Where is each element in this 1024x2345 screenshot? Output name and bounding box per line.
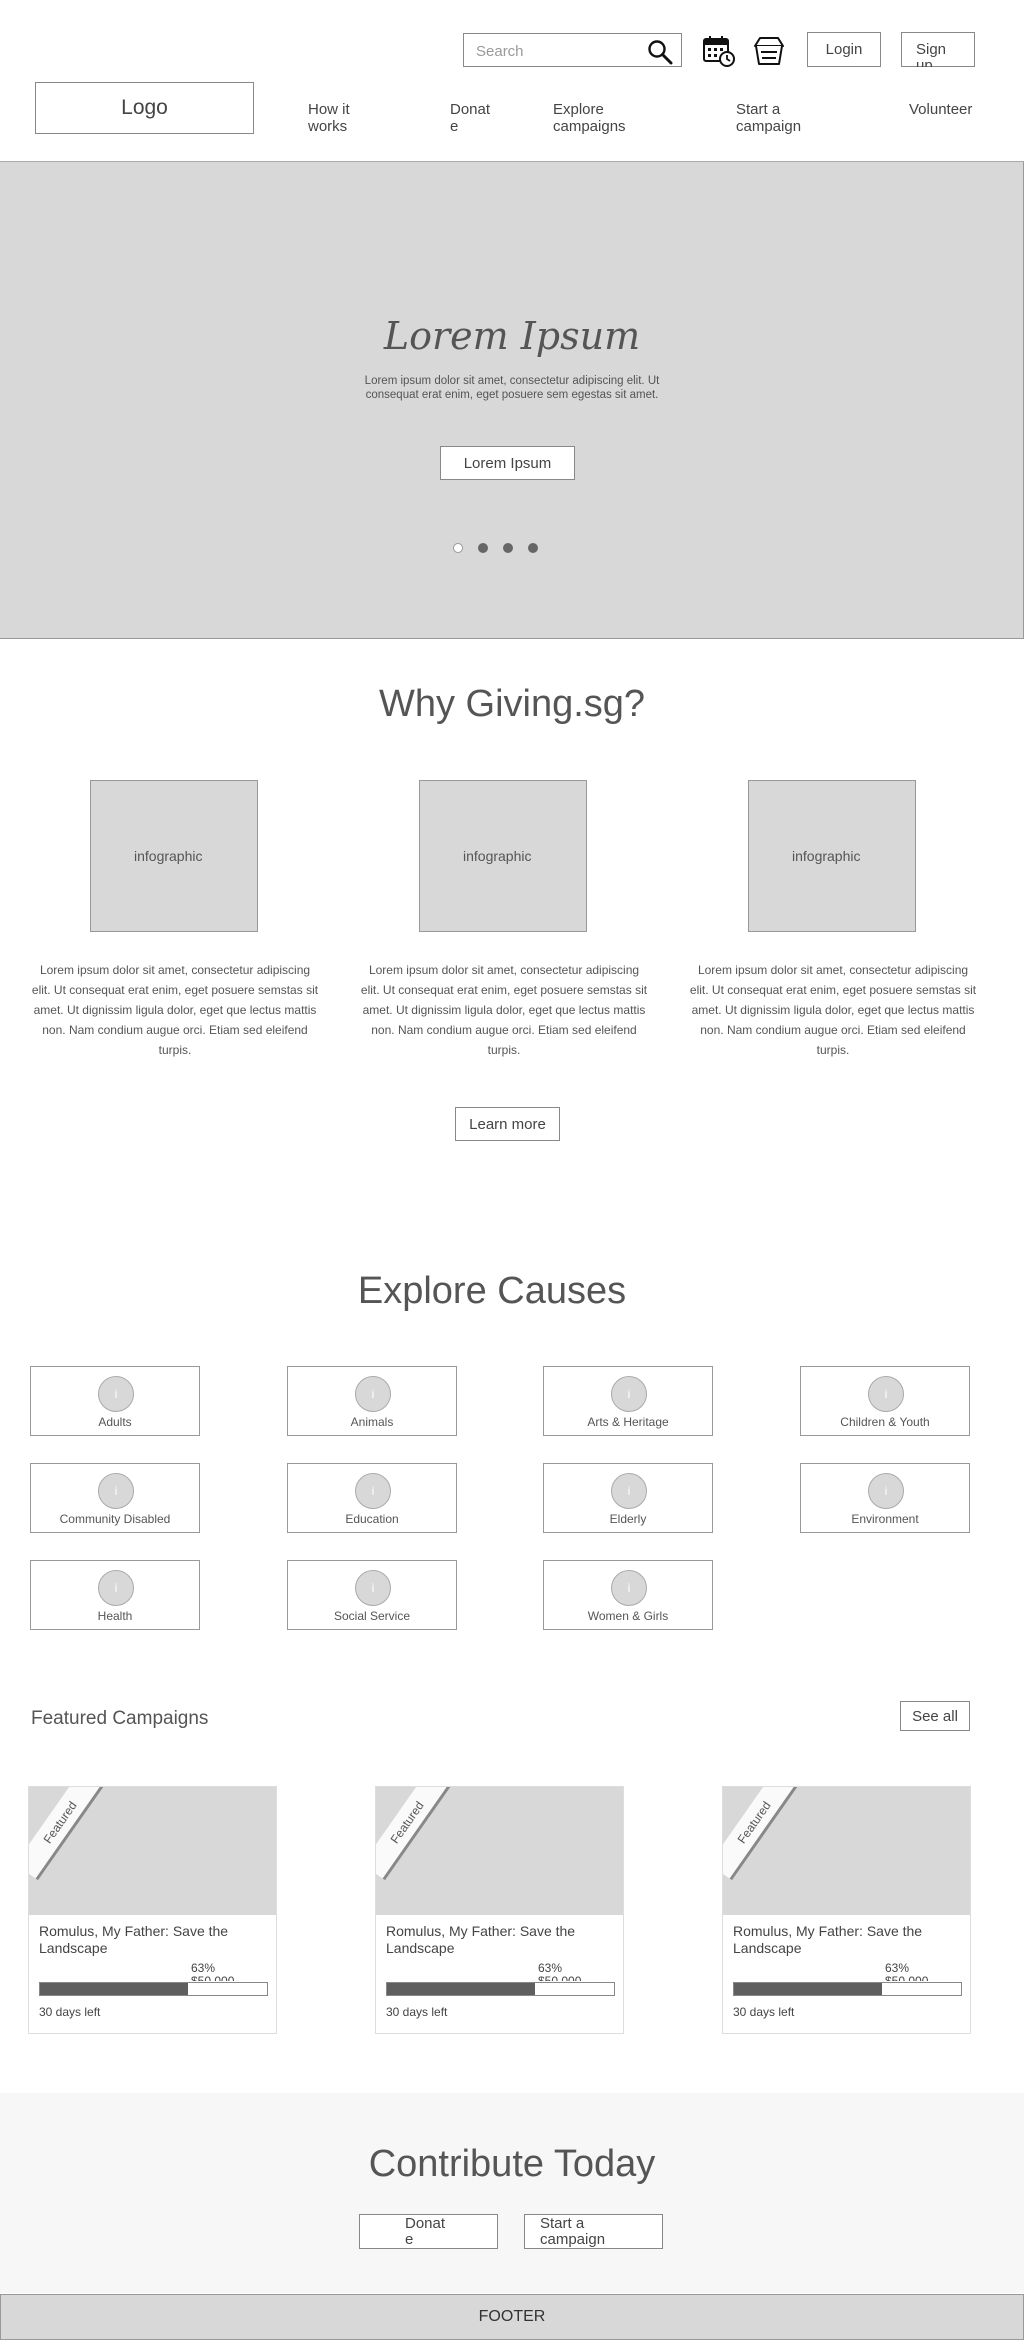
info-icon: i [611,1473,647,1509]
contribute-donate-button[interactable]: Donate [359,2214,498,2249]
hero-subtitle: Lorem ipsum dolor sit amet, consectetur … [364,375,660,401]
campaign-raised: $50,000 [538,1975,581,1981]
cause-elderly[interactable]: i Elderly [543,1463,713,1533]
cause-community-disabled[interactable]: i Community Disabled [30,1463,200,1533]
cause-label: Environment [851,1512,919,1526]
carousel-dot[interactable] [528,543,538,553]
cause-label: Community Disabled [59,1512,171,1526]
search-input[interactable] [474,40,644,62]
hero-cta-button[interactable]: Lorem Ipsum [440,446,575,480]
cause-label: Elderly [609,1512,647,1526]
campaign-card[interactable]: Featured Romulus, My Father: Save the Lan… [28,1786,277,2034]
cause-health[interactable]: i Health [30,1560,200,1630]
hero-carousel: Lorem Ipsum Lorem ipsum dolor sit amet, … [0,162,1024,639]
contribute-start-button[interactable]: Start a campaign [524,2214,663,2249]
progress-fill [40,1983,188,1995]
campaign-card[interactable]: Featured Romulus, My Father: Save the Lan… [375,1786,624,2034]
campaign-title[interactable]: Romulus, My Father: Save the Landscape [386,1923,616,1957]
carousel-dots [453,543,538,553]
campaign-days-left: 30 days left [39,2005,101,2019]
campaign-progress-bar [39,1982,268,1996]
campaign-title[interactable]: Romulus, My Father: Save the Landscape [733,1923,963,1957]
campaign-raised: $50,000 [885,1975,928,1981]
info-icon: i [98,1376,134,1412]
cause-label: Animals [350,1415,394,1429]
campaign-progress-bar [386,1982,615,1996]
progress-fill [734,1983,882,1995]
progress-fill [387,1983,535,1995]
calendar-icon[interactable] [702,34,736,73]
infographic-image-2: infographic [419,780,587,932]
cause-label: Health [97,1609,133,1623]
cause-label: Arts & Heritage [587,1415,669,1429]
info-icon: i [611,1570,647,1606]
campaign-progress-bar [733,1982,962,1996]
cause-label: Adults [98,1415,132,1429]
signup-button[interactable]: Sign up [901,32,975,67]
cause-animals[interactable]: i Animals [287,1366,457,1436]
contribute-donate-label: Donate [405,2214,446,2248]
cause-education[interactable]: i Education [287,1463,457,1533]
info-icon: i [355,1376,391,1412]
info-icon: i [98,1473,134,1509]
infographic-image-3: infographic [748,780,916,932]
contribute-section: Contribute Today Donate Start a campaign [0,2093,1024,2293]
why-title: Why Giving.sg? [378,683,646,725]
infographic-label: infographic [463,848,532,864]
carousel-dot[interactable] [478,543,488,553]
campaign-percent: 63% [191,1961,216,1975]
cause-arts-and-heritage[interactable]: i Arts & Heritage [543,1366,713,1436]
campaign-title[interactable]: Romulus, My Father: Save the Landscape [39,1923,269,1957]
nav-explore-campaigns[interactable]: Explore campaigns [553,101,643,135]
why-text-1: Lorem ipsum dolor sit amet, consectetur … [31,963,319,1057]
causes-title: Explore Causes [357,1270,627,1312]
signup-label: Sign up [916,40,947,67]
nav-donate[interactable]: Donate [450,101,494,135]
nav-volunteer[interactable]: Volunteer [909,101,989,118]
basket-icon[interactable] [752,34,786,73]
info-icon: i [611,1376,647,1412]
search-icon[interactable] [647,39,673,70]
info-icon: i [868,1473,904,1509]
why-text-2: Lorem ipsum dolor sit amet, consectetur … [360,963,648,1057]
info-icon: i [868,1376,904,1412]
footer: FOOTER [0,2294,1024,2340]
cause-label: Children & Youth [840,1415,930,1429]
cause-label: Women & Girls [587,1609,669,1623]
cause-adults[interactable]: i Adults [30,1366,200,1436]
cause-environment[interactable]: i Environment [800,1463,970,1533]
campaign-percent: 63% [538,1961,563,1975]
search-box[interactable] [463,33,682,67]
nav-start-campaign[interactable]: Start a campaign [736,101,816,135]
login-button[interactable]: Login [807,32,881,67]
cause-label: Education [345,1512,399,1526]
featured-title: Featured Campaigns [31,1708,209,1729]
infographic-label: infographic [134,848,203,864]
cause-social-service[interactable]: i Social Service [287,1560,457,1630]
cause-label: Social Service [333,1609,411,1623]
cause-children-and-youth[interactable]: i Children & Youth [800,1366,970,1436]
campaign-days-left: 30 days left [386,2005,448,2019]
campaign-raised: $50,000 [191,1975,234,1981]
nav-how-it-works[interactable]: How it works [308,101,368,135]
learn-more-button[interactable]: Learn more [455,1107,560,1141]
campaign-percent: 63% [885,1961,910,1975]
infographic-label: infographic [792,848,861,864]
see-all-button[interactable]: See all [900,1701,970,1731]
logo[interactable]: Logo [35,82,254,134]
info-icon: i [98,1570,134,1606]
campaign-days-left: 30 days left [733,2005,795,2019]
carousel-dot[interactable] [503,543,513,553]
contribute-start-label: Start a campaign [540,2214,606,2248]
contribute-title: Contribute Today [368,2143,656,2185]
hero-title: Lorem Ipsum [383,314,641,358]
carousel-dot[interactable] [453,543,463,553]
cause-women-and-girls[interactable]: i Women & Girls [543,1560,713,1630]
campaign-card[interactable]: Featured Romulus, My Father: Save the Lan… [722,1786,971,2034]
info-icon: i [355,1570,391,1606]
infographic-image-1: infographic [90,780,258,932]
info-icon: i [355,1473,391,1509]
why-text-3: Lorem ipsum dolor sit amet, consectetur … [689,963,977,1057]
